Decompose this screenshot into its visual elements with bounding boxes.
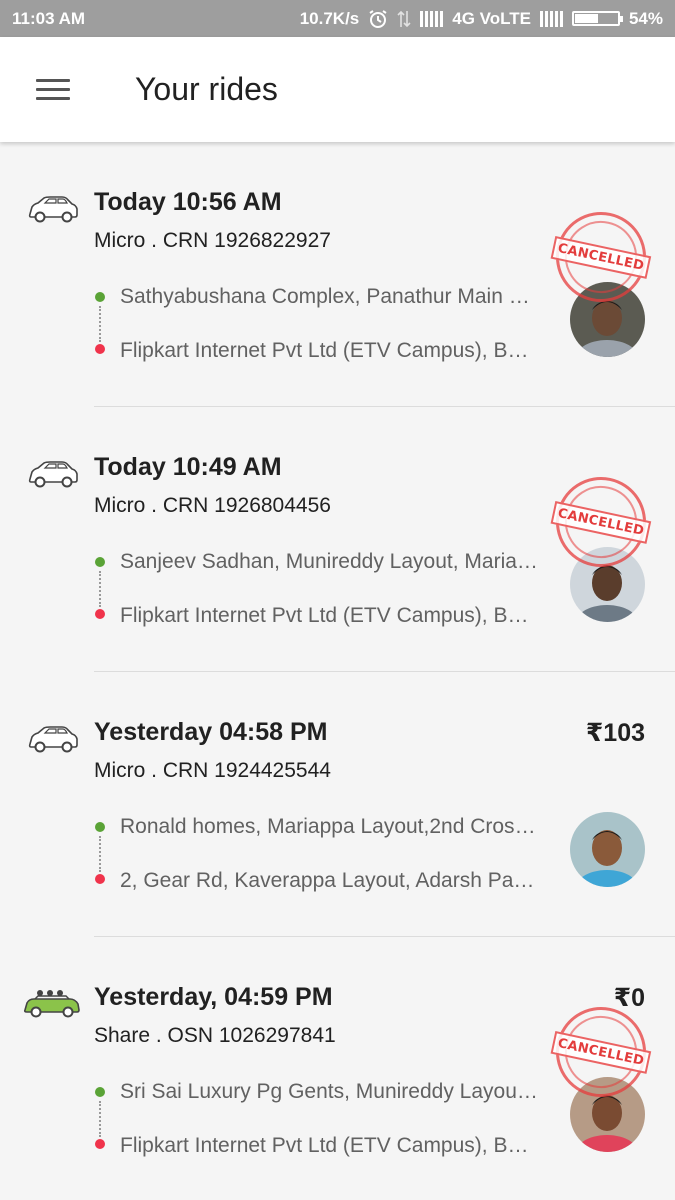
drop-address: 2, Gear Rd, Kaverappa Layout, Adarsh Pal… — [120, 869, 538, 892]
route-connector — [99, 306, 101, 342]
hamburger-menu-icon[interactable] — [18, 60, 88, 120]
data-arrows-icon — [397, 9, 411, 29]
pickup-dot-icon — [95, 822, 105, 832]
route-connector — [99, 571, 101, 607]
micro-car-icon — [26, 192, 80, 224]
signal-icon — [420, 10, 444, 27]
network-type: 4G VoLTE — [452, 8, 531, 28]
route-connector — [99, 836, 101, 872]
ride-fare: ₹103 — [585, 719, 645, 747]
ride-list: Today 10:56 AM Micro . CRN 1926822927 Sa… — [0, 142, 675, 1200]
cancelled-stamp-label: CANCELLED — [550, 1030, 652, 1074]
cancelled-stamp-label: CANCELLED — [550, 500, 652, 544]
drop-dot-icon — [95, 1139, 105, 1149]
ride-crn: Micro . CRN 1926804456 — [94, 494, 331, 517]
ride-time: Yesterday, 04:59 PM — [94, 983, 333, 1011]
ride-item[interactable]: Yesterday 04:58 PM ₹103 Micro . CRN 1924… — [0, 672, 675, 937]
pickup-address: Sathyabushana Complex, Panathur Main Roa… — [120, 285, 538, 308]
route-connector — [99, 1101, 101, 1137]
battery-icon — [571, 11, 623, 26]
driver-avatar — [570, 812, 645, 887]
pickup-dot-icon — [95, 1087, 105, 1097]
pickup-dot-icon — [95, 557, 105, 567]
signal-icon — [539, 10, 563, 27]
drop-dot-icon — [95, 874, 105, 884]
ride-crn: Share . OSN 1026297841 — [94, 1024, 336, 1047]
ride-time: Today 10:56 AM — [94, 188, 282, 216]
ride-item[interactable]: Today 10:56 AM Micro . CRN 1926822927 Sa… — [0, 142, 675, 407]
pickup-dot-icon — [95, 292, 105, 302]
app-bar: Your rides — [0, 37, 675, 142]
cancelled-stamp-label: CANCELLED — [550, 235, 652, 279]
pickup-address: Ronald homes, Mariappa Layout,2nd Cross … — [120, 815, 538, 838]
pickup-address: Sanjeev Sadhan, Munireddy Layout, Mariap… — [120, 550, 538, 573]
ride-time: Today 10:49 AM — [94, 453, 282, 481]
status-indicators: 10.7K/s 4G VoLTE 54% — [300, 9, 663, 29]
page-title: Your rides — [135, 71, 278, 107]
ride-crn: Micro . CRN 1924425544 — [94, 759, 331, 782]
cancelled-stamp: CANCELLED — [547, 998, 655, 1106]
cancelled-stamp: CANCELLED — [547, 203, 655, 311]
micro-car-icon — [26, 722, 80, 754]
status-bar: 11:03 AM 10.7K/s 4G VoLTE 54% — [0, 0, 675, 37]
status-time: 11:03 AM — [12, 8, 86, 28]
micro-car-icon — [26, 457, 80, 489]
drop-address: Flipkart Internet Pvt Ltd (ETV Campus), … — [120, 1134, 538, 1157]
ride-time: Yesterday 04:58 PM — [94, 718, 328, 746]
battery-percent: 54% — [628, 8, 663, 28]
network-speed: 10.7K/s — [299, 8, 360, 28]
ride-crn: Micro . CRN 1926822927 — [94, 229, 331, 252]
share-car-icon — [22, 987, 82, 1019]
cancelled-stamp: CANCELLED — [547, 468, 655, 576]
ride-item[interactable]: Today 10:49 AM Micro . CRN 1926804456 Sa… — [0, 407, 675, 672]
ride-fare: ₹0 — [613, 984, 645, 1012]
pickup-address: Sri Sai Luxury Pg Gents, Munireddy Layou… — [120, 1080, 538, 1103]
alarm-icon — [368, 9, 388, 29]
drop-address: Flipkart Internet Pvt Ltd (ETV Campus), … — [120, 339, 538, 362]
ride-item[interactable]: Yesterday, 04:59 PM ₹0 Share . OSN 10262… — [0, 937, 675, 1200]
drop-address: Flipkart Internet Pvt Ltd (ETV Campus), … — [120, 604, 538, 627]
drop-dot-icon — [95, 609, 105, 619]
drop-dot-icon — [95, 344, 105, 354]
